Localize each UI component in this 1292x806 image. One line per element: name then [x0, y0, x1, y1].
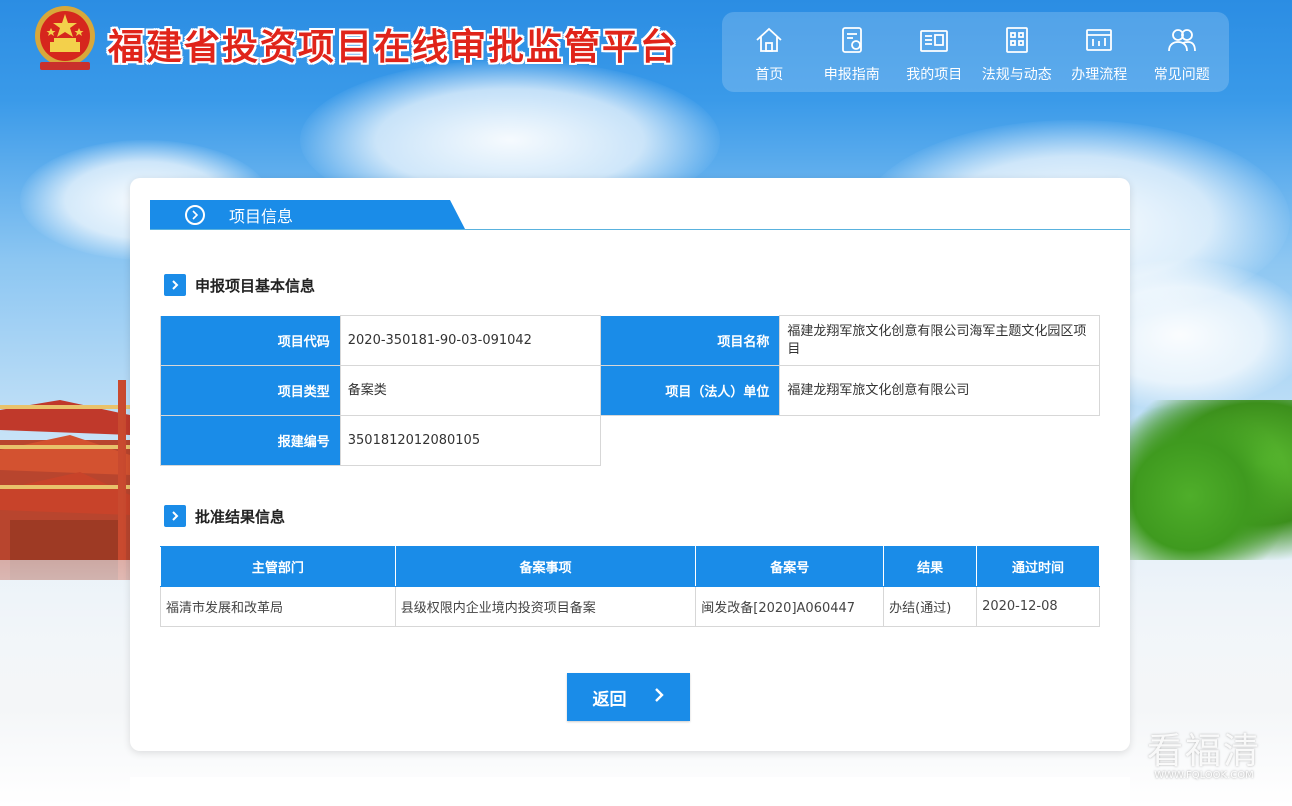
nav-item-process[interactable]: 办理流程 — [1058, 12, 1141, 84]
nav-label: 首页 — [755, 67, 784, 83]
watermark: 看福清 WWW.FQLOOK.COM — [1134, 722, 1274, 781]
regulations-icon — [1005, 27, 1028, 53]
header: 福建省投资项目在线审批监管平台 首页 申报指南 我的项目 法规与动态 办理流程 … — [0, 0, 1292, 100]
basic-info-heading: 申报项目基本信息 — [164, 274, 315, 296]
chevron-right-circle-icon — [185, 204, 205, 225]
project-name-value: 福建龙翔军旅文化创意有限公司海军主题文化园区项目 — [779, 315, 1100, 366]
pass-date-cell: 2020-12-08 — [976, 586, 1100, 627]
column-header: 通过时间 — [976, 546, 1100, 587]
nav-label: 申报指南 — [823, 67, 880, 83]
empty-cell — [600, 415, 1100, 466]
nav-item-faq[interactable]: 常见问题 — [1141, 12, 1224, 84]
filing-item-cell: 县级权限内企业境内投资项目备案 — [394, 586, 697, 627]
project-type-value: 备案类 — [339, 365, 601, 416]
back-button[interactable]: 返回 — [567, 673, 690, 721]
home-icon — [756, 27, 782, 52]
result-info-heading: 批准结果信息 — [164, 505, 285, 527]
project-type-label: 项目类型 — [160, 365, 341, 416]
result-cell: 办结(通过) — [883, 586, 978, 627]
chevron-right-icon — [164, 274, 186, 296]
project-name-label: 项目名称 — [599, 315, 781, 366]
section-header: 项目信息 — [150, 200, 1130, 230]
watermark-url: WWW.FQLOOK.COM — [1154, 770, 1254, 781]
section-tab: 项目信息 — [150, 200, 465, 229]
nav-label: 我的项目 — [906, 67, 963, 83]
faq-icon — [1167, 29, 1196, 52]
nav-item-regulations[interactable]: 法规与动态 — [976, 12, 1059, 84]
column-header: 备案号 — [695, 546, 885, 587]
project-info-card: 项目信息 申报项目基本信息 项目代码 2020-350181-90-03-091… — [130, 178, 1130, 751]
site-title: 福建省投资项目在线审批监管平台 — [108, 27, 679, 68]
result-info-title: 批准结果信息 — [195, 507, 286, 526]
project-unit-value: 福建龙翔军旅文化创意有限公司 — [779, 365, 1100, 416]
nav-item-my-projects[interactable]: 我的项目 — [893, 12, 976, 84]
column-header: 结果 — [883, 546, 978, 587]
nav-label: 办理流程 — [1071, 67, 1128, 83]
guide-icon — [841, 27, 862, 53]
result-table: 主管部门 备案事项 备案号 结果 通过时间 福清市发展和改革局 县级权限内企业境… — [160, 546, 1100, 627]
table-row: 项目代码 2020-350181-90-03-091042 项目名称 福建龙翔军… — [160, 315, 1100, 366]
column-header: 主管部门 — [160, 546, 396, 587]
footer-card — [130, 777, 1130, 806]
trees-image — [1122, 400, 1292, 560]
chevron-right-icon — [164, 505, 186, 527]
basic-info-title: 申报项目基本信息 — [195, 276, 316, 295]
project-unit-label: 项目（法人）单位 — [599, 365, 781, 416]
department-cell: 福清市发展和改革局 — [160, 586, 396, 627]
nav-label: 法规与动态 — [981, 67, 1052, 83]
basic-info-table: 项目代码 2020-350181-90-03-091042 项目名称 福建龙翔军… — [160, 315, 1100, 466]
national-emblem-icon — [35, 6, 95, 70]
build-number-value: 3501812012080105 — [339, 415, 601, 466]
nav-label: 常见问题 — [1153, 67, 1210, 83]
table-row: 项目类型 备案类 项目（法人）单位 福建龙翔军旅文化创意有限公司 — [160, 365, 1100, 416]
section-tab-label: 项目信息 — [229, 206, 294, 226]
column-header: 备案事项 — [394, 546, 697, 587]
project-code-label: 项目代码 — [160, 315, 341, 366]
back-button-label: 返回 — [592, 689, 627, 710]
project-code-value: 2020-350181-90-03-091042 — [339, 315, 601, 366]
nav-item-guide[interactable]: 申报指南 — [811, 12, 894, 84]
process-icon — [1086, 29, 1113, 51]
main-nav: 首页 申报指南 我的项目 法规与动态 办理流程 常见问题 — [722, 12, 1229, 92]
project-icon — [920, 30, 949, 52]
filing-number-cell: 闽发改备[2020]A060447 — [695, 586, 885, 627]
chevron-right-icon — [653, 687, 665, 708]
build-number-label: 报建编号 — [160, 415, 341, 466]
table-row: 报建编号 3501812012080105 — [160, 415, 1100, 466]
nav-item-home[interactable]: 首页 — [728, 12, 811, 84]
temple-building-image — [0, 380, 130, 580]
table-row: 福清市发展和改革局 县级权限内企业境内投资项目备案 闽发改备[2020]A060… — [160, 586, 1100, 627]
table-header-row: 主管部门 备案事项 备案号 结果 通过时间 — [160, 546, 1100, 587]
watermark-logo-text: 看福清 — [1146, 731, 1261, 772]
